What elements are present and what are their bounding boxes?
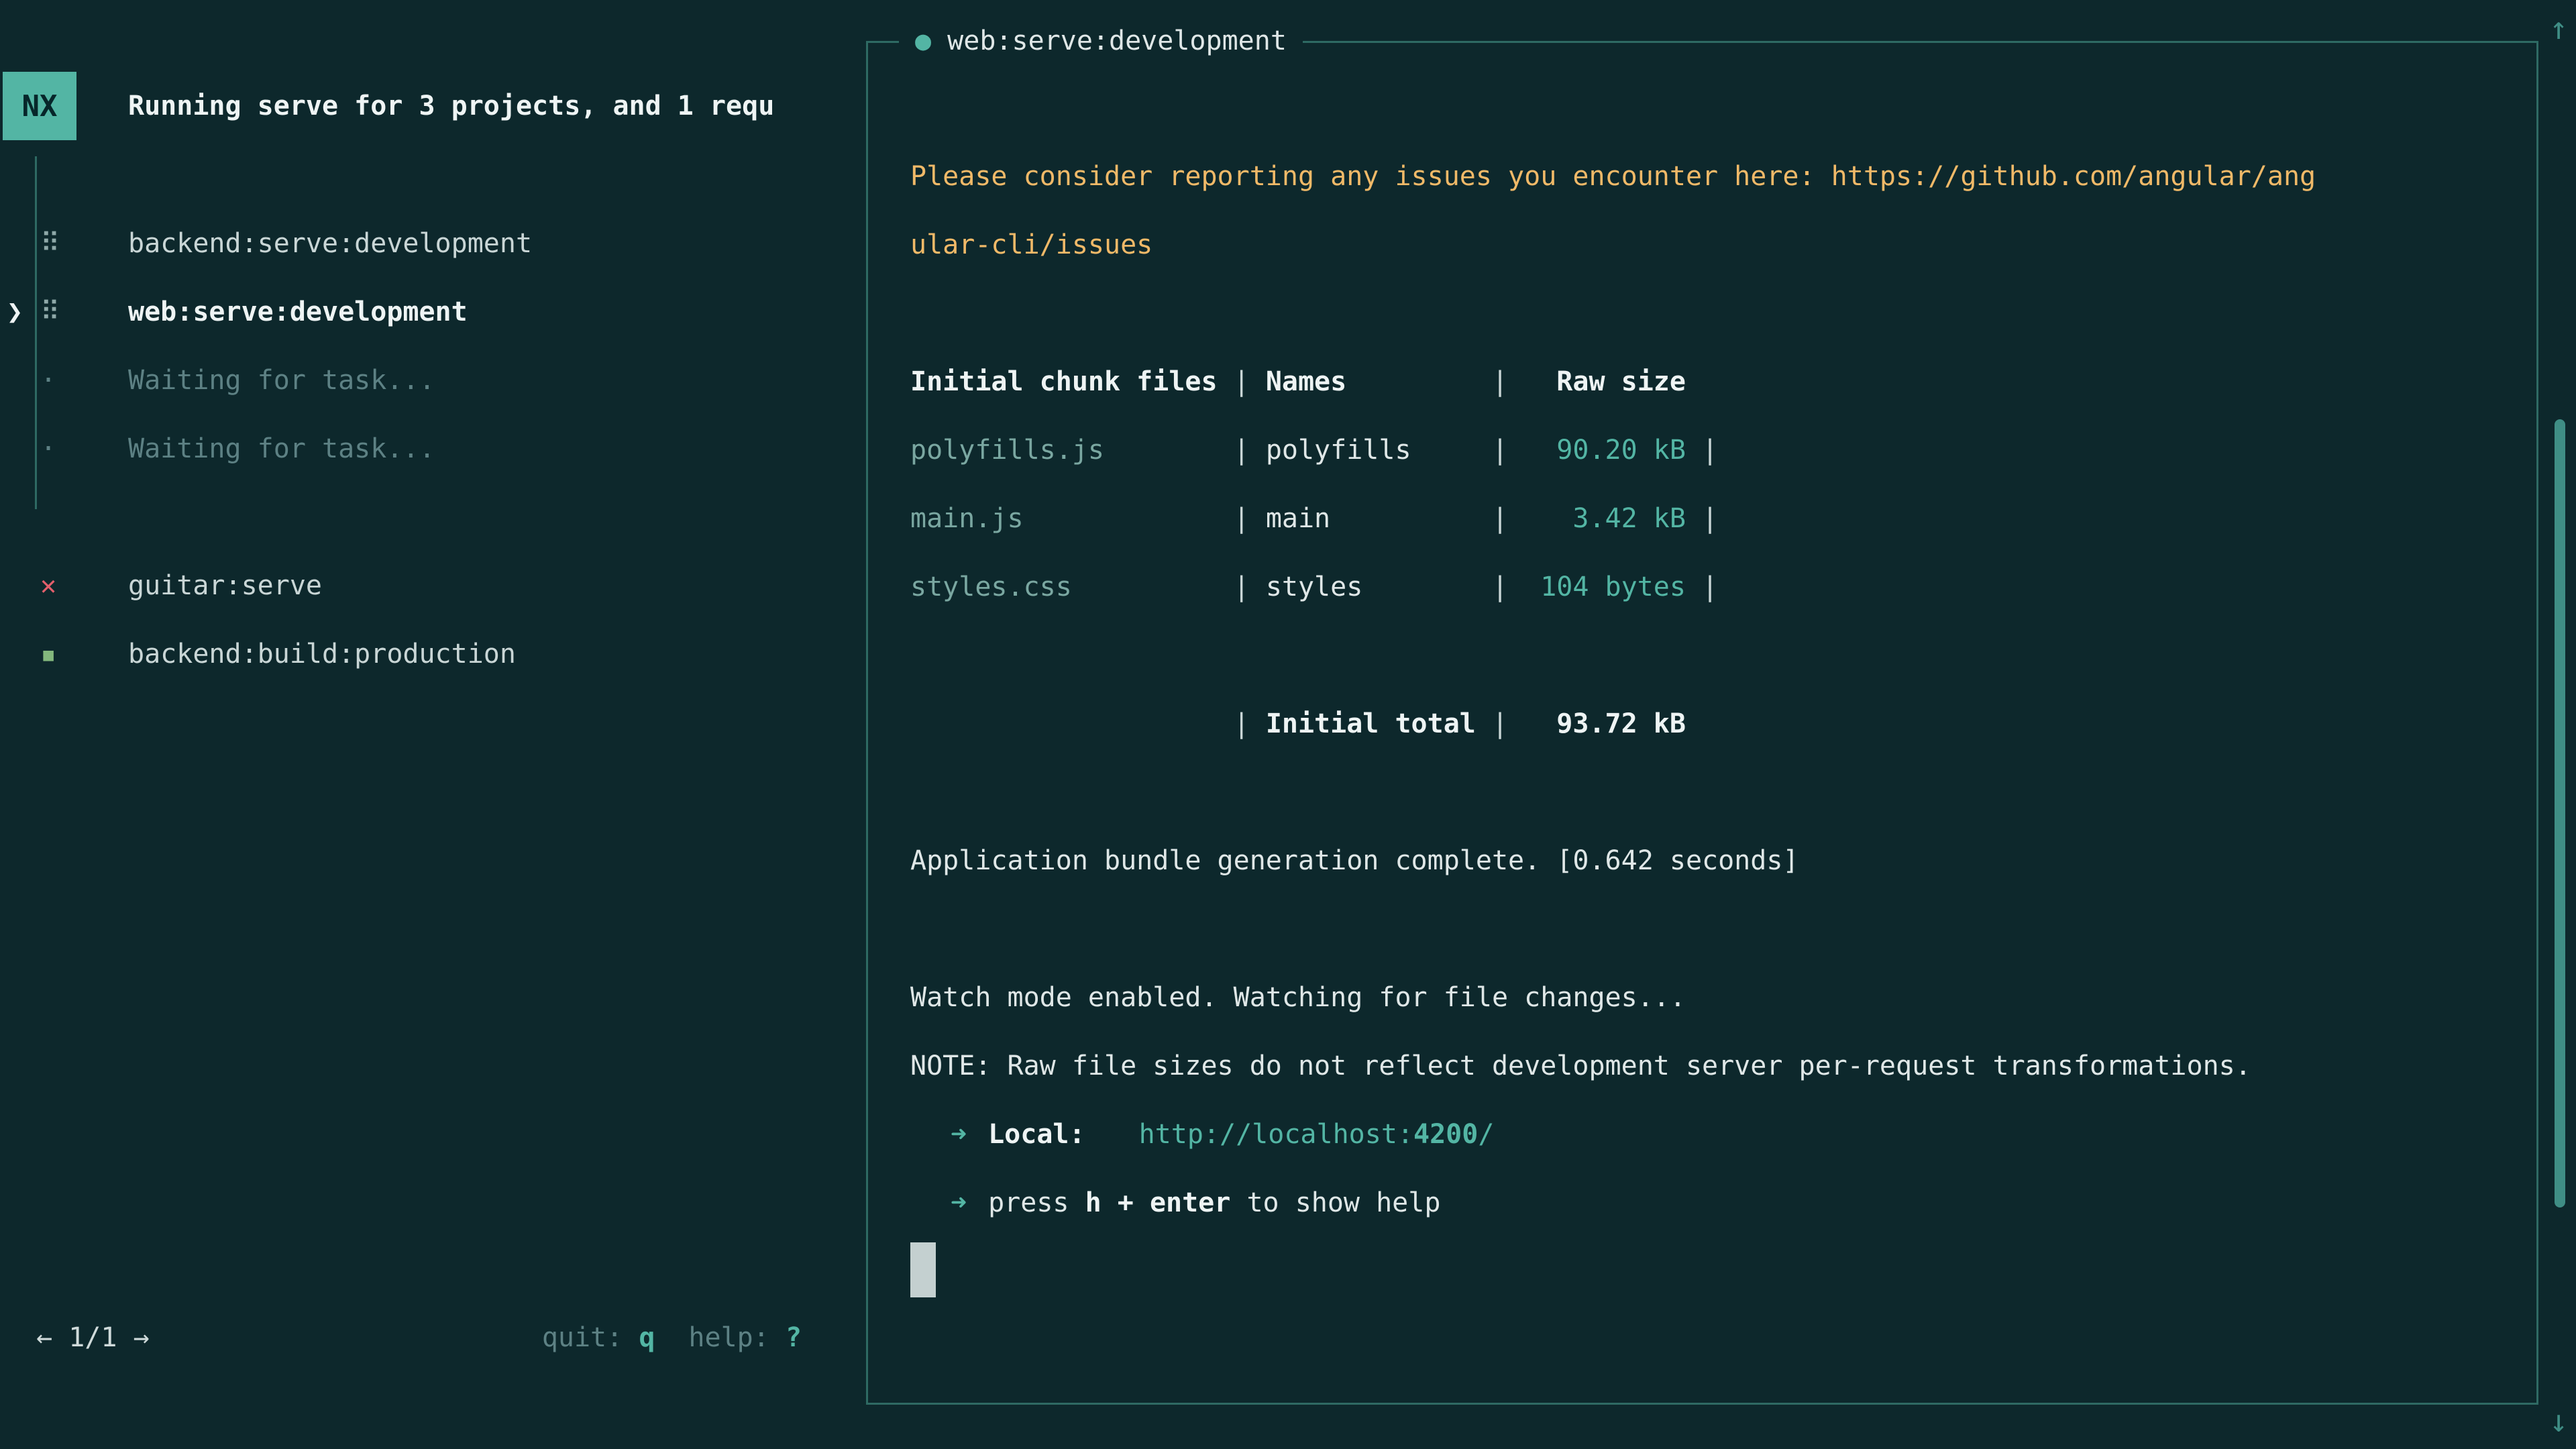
nx-tui-screen: NX Running serve for 3 projects, and 1 r… (0, 0, 2576, 1449)
url-suffix: / (1478, 1119, 1494, 1150)
pending-dot-icon: · (40, 346, 56, 415)
initial-total-size: 93.72 kB (1524, 690, 1686, 758)
blank-line (910, 758, 2512, 826)
url-prefix: http://localhost: (1139, 1119, 1413, 1150)
task-label: backend:serve:development (128, 209, 532, 278)
task-backend-serve[interactable]: ⠿ backend:serve:development (0, 209, 864, 278)
initial-total-label: Initial total (1250, 690, 1492, 758)
url-port: 4200 (1413, 1119, 1478, 1150)
task-output-panel: ● web:serve:development Please consider … (866, 41, 2538, 1405)
table-row: polyfills.js|polyfills|90.20 kB| (910, 416, 2512, 484)
key-h: h (1085, 1187, 1102, 1218)
help-hint-label: help: (688, 1322, 786, 1353)
quit-key: q (639, 1322, 655, 1353)
watch-mode-line: Watch mode enabled. Watching for file ch… (910, 963, 2512, 1032)
table-total-row: |Initial total| 93.72 kB (910, 690, 2512, 758)
table-row: styles.css|styles|104 bytes| (910, 553, 2512, 621)
task-list: ⠿ backend:serve:development ❯ ⠿ web:serv… (0, 209, 864, 688)
chunk-name: polyfills (1250, 416, 1492, 484)
pipe: | (1492, 572, 1508, 602)
error-cross-icon: ✕ (40, 551, 56, 620)
chunk-file: polyfills.js (910, 416, 1234, 484)
task-waiting-2[interactable]: · Waiting for task... (0, 415, 864, 483)
spinner-icon: ⠿ (40, 278, 60, 346)
col-header-names: Names (1250, 347, 1492, 416)
pipe: | (1234, 708, 1250, 739)
pipe: | (1492, 503, 1508, 534)
pipe: | (1234, 366, 1250, 397)
task-backend-build[interactable]: ▪ backend:build:production (0, 620, 864, 688)
chunk-size: 3.42 kB (1524, 484, 1686, 553)
pipe: | (1702, 572, 1718, 602)
arrow-icon: ➜ (951, 1187, 967, 1218)
help-hint-line: ➜ press h + enter to show help (910, 1169, 2512, 1237)
blank-line (910, 895, 2512, 963)
chunk-file: styles.css (910, 553, 1234, 621)
press-text: press (988, 1187, 1085, 1218)
local-label: Local: (988, 1119, 1085, 1150)
local-server-line: ➜ Local: http://localhost:4200/ (910, 1100, 2512, 1169)
issue-notice-line-2: ular-cli/issues (910, 211, 2512, 279)
nx-logo-badge: NX (3, 72, 76, 140)
task-waiting-1[interactable]: · Waiting for task... (0, 346, 864, 415)
keyboard-hints: quit: q help: ? (0, 1303, 802, 1372)
task-web-serve-selected[interactable]: ❯ ⠿ web:serve:development (0, 278, 864, 346)
pipe: | (1702, 503, 1718, 534)
chunk-file: main.js (910, 484, 1234, 553)
chunk-size: 90.20 kB (1524, 416, 1686, 484)
blank-line (910, 279, 2512, 347)
pipe: | (1492, 435, 1508, 466)
issue-notice-line-1: Please consider reporting any issues you… (910, 142, 2512, 211)
help-key: ? (786, 1322, 802, 1353)
cursor-line (910, 1237, 2512, 1305)
localhost-link[interactable]: http://localhost:4200/ (1139, 1119, 1495, 1150)
panel-title: ● web:serve:development (899, 7, 1303, 75)
run-summary-title: Running serve for 3 projects, and 1 requ (128, 72, 774, 140)
task-label: web:serve:development (128, 278, 468, 346)
spinner-icon: ⠿ (40, 209, 60, 278)
quit-hint-label: quit: (542, 1322, 639, 1353)
note-line: NOTE: Raw file sizes do not reflect deve… (910, 1032, 2512, 1100)
table-header-row: Initial chunk files|Names|Raw size (910, 347, 2512, 416)
pipe: | (1234, 435, 1250, 466)
scroll-down-arrow-icon[interactable]: ↓ (2549, 1401, 2568, 1441)
blank-line (910, 621, 2512, 690)
terminal-output: Please consider reporting any issues you… (910, 142, 2512, 1305)
panel-title-text: web:serve:development (931, 25, 1287, 56)
pending-dot-icon: · (40, 415, 56, 483)
key-enter: enter (1150, 1187, 1230, 1218)
selected-caret-icon: ❯ (7, 278, 23, 346)
pipe: | (1234, 572, 1250, 602)
col-header-raw-size: Raw size (1524, 347, 1686, 416)
task-row-spacer (0, 483, 864, 551)
chunk-name: styles (1250, 553, 1492, 621)
task-label: Waiting for task... (128, 415, 435, 483)
arrow-icon: ➜ (951, 1119, 967, 1150)
scrollbar-thumb[interactable] (2555, 419, 2565, 1208)
terminal-cursor (910, 1242, 936, 1297)
plus-sign: + (1102, 1187, 1150, 1218)
help-suffix: to show help (1230, 1187, 1440, 1218)
pipe: | (1492, 708, 1508, 739)
success-square-icon: ▪ (40, 620, 56, 688)
pipe: | (1702, 435, 1718, 466)
pipe: | (1492, 366, 1508, 397)
task-label: Waiting for task... (128, 346, 435, 415)
task-guitar-serve[interactable]: ✕ guitar:serve (0, 551, 864, 620)
chunk-size: 104 bytes (1524, 553, 1686, 621)
col-header-file: Initial chunk files (910, 347, 1234, 416)
scroll-up-arrow-icon[interactable]: ↑ (2549, 8, 2568, 48)
pipe: | (1234, 503, 1250, 534)
chunk-name: main (1250, 484, 1492, 553)
task-label: guitar:serve (128, 551, 322, 620)
bundle-complete-line: Application bundle generation complete. … (910, 826, 2512, 895)
running-status-dot-icon: ● (915, 25, 931, 56)
table-row: main.js|main|3.42 kB| (910, 484, 2512, 553)
task-label: backend:build:production (128, 620, 516, 688)
